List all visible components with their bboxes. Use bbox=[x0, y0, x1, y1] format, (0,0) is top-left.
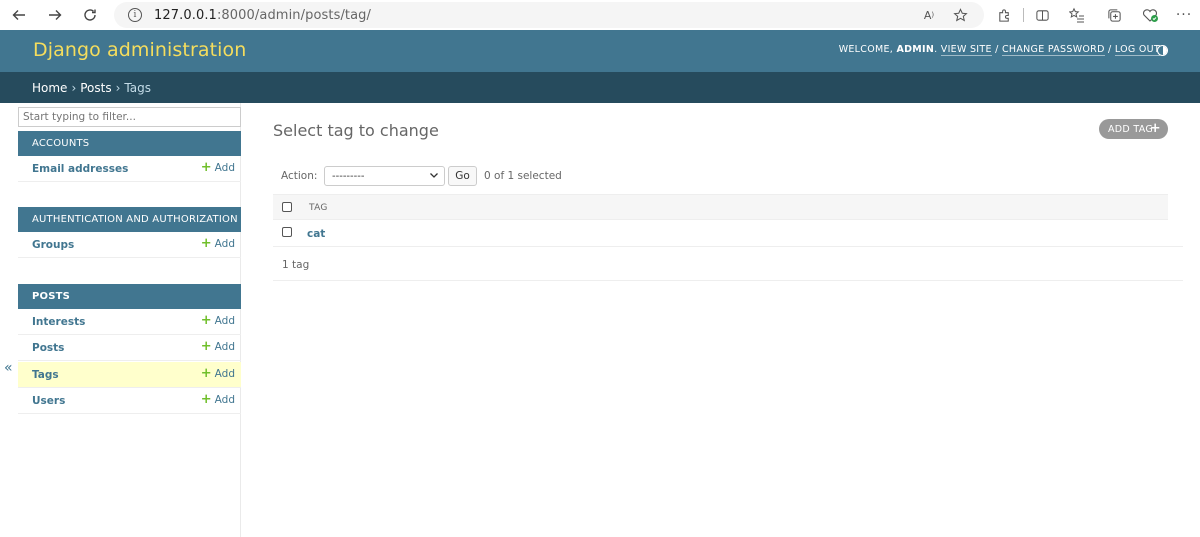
sidebar-item-tags: Tags + Add bbox=[18, 362, 241, 388]
plus-icon: + bbox=[1149, 121, 1161, 136]
url-text: 127.0.0.1:8000/admin/posts/tag/ bbox=[154, 7, 372, 23]
welcome-text: WELCOME, bbox=[838, 44, 894, 55]
action-select-value: --------- bbox=[332, 170, 365, 182]
admin-header: Django administration WELCOME, ADMIN. VI… bbox=[0, 30, 1200, 72]
sidebar-filter-input[interactable] bbox=[18, 107, 241, 127]
browser-essentials-icon[interactable] bbox=[1140, 5, 1160, 25]
model-link[interactable]: Users bbox=[32, 395, 65, 407]
page-title: Select tag to change bbox=[273, 121, 439, 140]
username: ADMIN bbox=[896, 44, 935, 55]
model-link[interactable]: Interests bbox=[32, 316, 85, 328]
theme-toggle-icon[interactable] bbox=[1157, 45, 1168, 56]
site-info-icon[interactable]: i bbox=[128, 8, 142, 22]
breadcrumb-separator: › bbox=[71, 80, 77, 95]
more-options-icon[interactable]: ··· bbox=[1174, 5, 1194, 25]
nav-sidebar: ACCOUNTS Email addresses +Add AUTHENTICA… bbox=[18, 103, 241, 537]
go-button[interactable]: Go bbox=[448, 166, 477, 186]
address-bar[interactable]: i 127.0.0.1:8000/admin/posts/tag/ bbox=[114, 2, 984, 28]
model-link[interactable]: Posts bbox=[32, 342, 64, 354]
log-out-link[interactable]: LOG OUT bbox=[1114, 44, 1160, 56]
add-email-address-button[interactable]: + Add bbox=[200, 160, 235, 175]
sidebar-item-groups: Groups + Add bbox=[18, 232, 241, 258]
model-link[interactable]: Groups bbox=[32, 239, 74, 251]
add-interest-button[interactable]: + Add bbox=[200, 313, 235, 328]
breadcrumb-home[interactable]: Home bbox=[32, 81, 67, 95]
add-user-button[interactable]: + Add bbox=[200, 392, 235, 407]
add-tag-button[interactable]: ADD TAG + bbox=[1099, 119, 1168, 139]
results-table-header: TAG bbox=[273, 194, 1168, 220]
site-branding[interactable]: Django administration bbox=[33, 39, 246, 61]
selection-counter: 0 of 1 selected bbox=[484, 170, 562, 182]
add-tag-sidebar-button[interactable]: + Add bbox=[200, 366, 235, 381]
add-group-button[interactable]: + Add bbox=[200, 236, 235, 251]
read-aloud-icon[interactable]: A) bbox=[919, 5, 939, 25]
breadcrumb: Home › Posts › Tags bbox=[0, 72, 1200, 103]
view-site-link[interactable]: VIEW SITE bbox=[940, 44, 992, 56]
browser-toolbar: i 127.0.0.1:8000/admin/posts/tag/ A) ··· bbox=[0, 0, 1200, 30]
toolbar-divider bbox=[1023, 8, 1024, 22]
plus-icon: + bbox=[200, 160, 212, 175]
action-label: Action: bbox=[281, 170, 318, 182]
table-row: cat bbox=[273, 220, 1183, 247]
sidebar-item-users: Users + Add bbox=[18, 388, 241, 414]
module-caption-accounts[interactable]: ACCOUNTS bbox=[18, 131, 241, 156]
module-caption-posts[interactable]: POSTS bbox=[18, 284, 241, 309]
tag-link[interactable]: cat bbox=[307, 228, 325, 240]
add-post-button[interactable]: + Add bbox=[200, 339, 235, 354]
plus-icon: + bbox=[200, 339, 212, 354]
sidebar-item-interests: Interests + Add bbox=[18, 309, 241, 335]
action-select[interactable]: --------- bbox=[324, 166, 445, 186]
collections-icon[interactable] bbox=[1104, 5, 1124, 25]
select-all-checkbox[interactable] bbox=[282, 202, 292, 212]
breadcrumb-posts[interactable]: Posts bbox=[80, 81, 111, 95]
chevron-down-icon bbox=[429, 170, 439, 183]
column-header-tag[interactable]: TAG bbox=[309, 203, 328, 213]
plus-icon: + bbox=[200, 313, 212, 328]
paginator: 1 tag bbox=[273, 248, 1183, 281]
breadcrumb-separator: › bbox=[115, 80, 121, 95]
favorites-list-icon[interactable] bbox=[1067, 5, 1087, 25]
favorite-star-icon[interactable] bbox=[950, 5, 970, 25]
forward-arrow-icon[interactable] bbox=[44, 4, 66, 26]
sidebar-item-posts: Posts + Add bbox=[18, 335, 241, 361]
plus-icon: + bbox=[200, 392, 212, 407]
refresh-icon[interactable] bbox=[79, 4, 101, 26]
sidebar-item-email-addresses: Email addresses + Add bbox=[18, 156, 241, 182]
back-arrow-icon[interactable] bbox=[8, 4, 30, 26]
sidebar-toggle-icon[interactable]: « bbox=[4, 360, 13, 376]
split-screen-icon[interactable] bbox=[1032, 5, 1052, 25]
extensions-icon[interactable] bbox=[994, 5, 1014, 25]
change-password-link[interactable]: CHANGE PASSWORD bbox=[1001, 44, 1105, 56]
breadcrumb-current: Tags bbox=[124, 80, 151, 95]
user-tools: WELCOME, ADMIN. VIEW SITE / CHANGE PASSW… bbox=[838, 44, 1160, 56]
model-link[interactable]: Tags bbox=[32, 369, 59, 381]
row-checkbox[interactable] bbox=[282, 227, 292, 237]
model-link[interactable]: Email addresses bbox=[32, 163, 128, 175]
plus-icon: + bbox=[200, 236, 212, 251]
add-tag-label: ADD TAG bbox=[1108, 123, 1154, 135]
plus-icon: + bbox=[200, 366, 212, 381]
module-caption-auth[interactable]: AUTHENTICATION AND AUTHORIZATION bbox=[18, 207, 241, 232]
